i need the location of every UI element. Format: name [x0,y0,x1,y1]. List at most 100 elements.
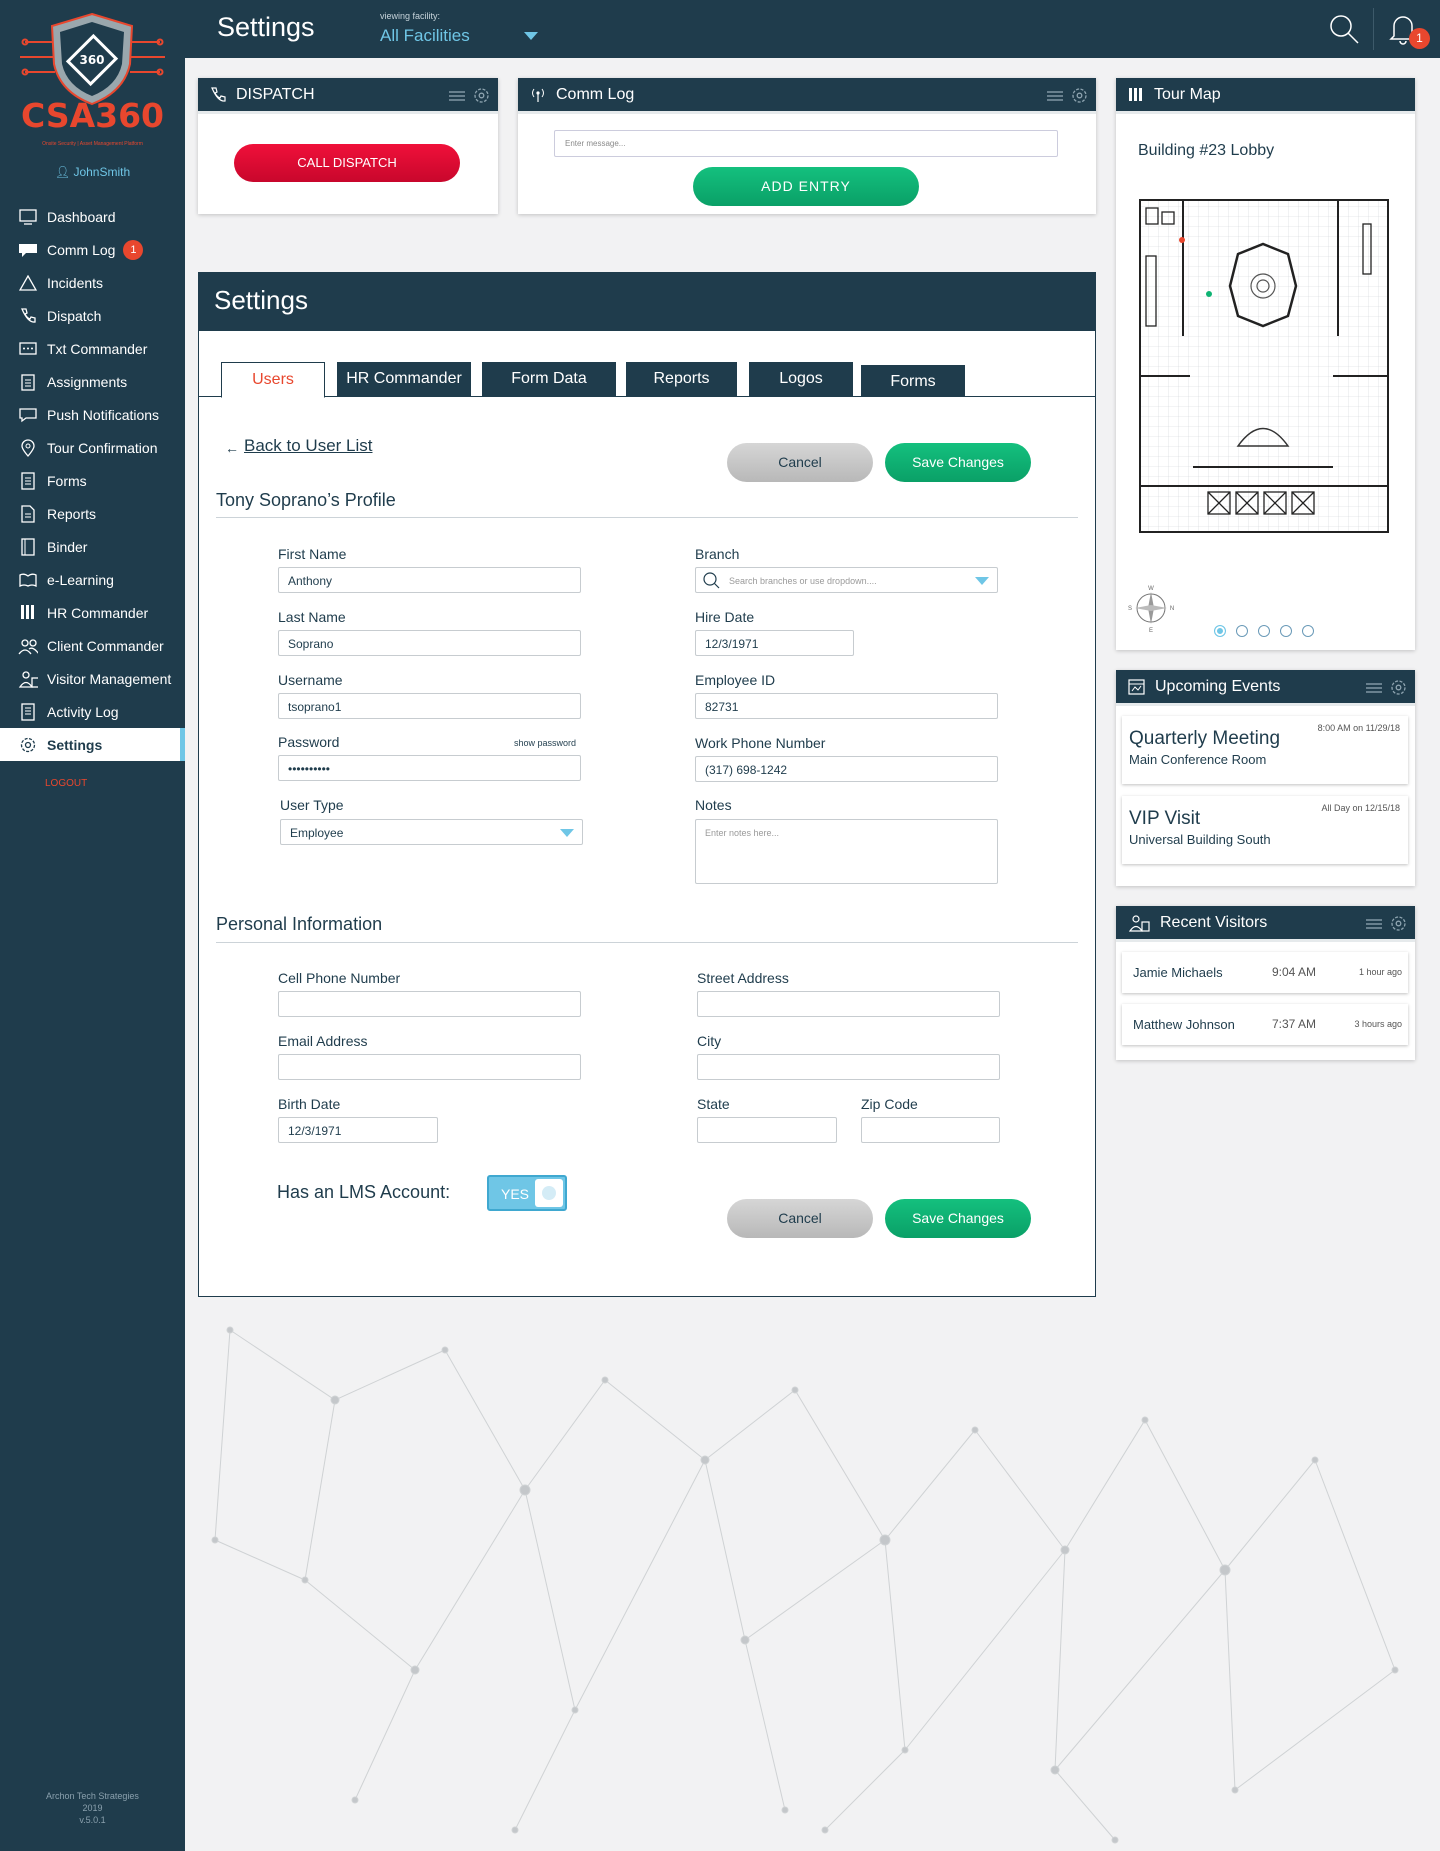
menu-icon[interactable] [1366,918,1382,930]
branch-search-field[interactable]: Search branches or use dropdown.... [695,567,998,593]
tab-forms[interactable]: Forms [861,365,965,396]
gear-icon[interactable] [473,87,490,104]
sidebar-item-reports[interactable]: Reports [0,497,185,530]
gear-icon[interactable] [1390,679,1407,696]
report-icon [18,504,38,524]
sidebar-item-txt-commander[interactable]: Txt Commander [0,332,185,365]
comm-log-widget: Comm Log Enter message... ADD ENTRY [518,78,1096,214]
employee-id-field[interactable]: 82731 [695,693,998,719]
sidebar-item-label: Push Notifications [47,406,160,423]
menu-icon[interactable] [1047,90,1063,102]
sidebar-item-comm-log[interactable]: Comm Log 1 [0,233,185,266]
hire-date-field[interactable]: 12/3/1971 [695,630,854,656]
gear-icon[interactable] [1390,915,1407,932]
menu-icon[interactable] [1366,682,1382,694]
birth-date-field[interactable]: 12/3/1971 [278,1117,438,1143]
sidebar-item-label: Visitor Management [47,670,172,687]
back-to-user-list-link[interactable]: Back to User List [244,436,373,456]
tab-form-data[interactable]: Form Data [482,362,616,396]
city-field[interactable] [697,1054,1000,1080]
sidebar-item-dashboard[interactable]: Dashboard [0,200,185,233]
radio-icon [530,87,546,103]
sidebar-item-hr-commander[interactable]: HR Commander [0,596,185,629]
event-card[interactable]: Quarterly Meeting Main Conference Room 8… [1122,716,1408,784]
events-title: Upcoming Events [1155,677,1281,695]
visitor-name: Jamie Michaels [1133,965,1223,980]
search-icon[interactable] [1328,13,1360,50]
user-name-label: JohnSmith [73,165,131,179]
arrow-left-icon[interactable]: ← [225,440,239,456]
first-name-field[interactable]: Anthony [278,567,581,593]
gear-icon[interactable] [1071,87,1088,104]
floor-plan-map[interactable] [1138,196,1390,536]
sidebar-item-dispatch[interactable]: Dispatch [0,299,185,332]
comm-log-badge: 1 [123,239,144,260]
pager-dot[interactable] [1236,625,1248,637]
cell-phone-label: Cell Phone Number [278,970,401,986]
password-field[interactable]: •••••••••• [278,755,581,781]
comm-message-input[interactable]: Enter message... [554,130,1058,157]
cell-phone-field[interactable] [278,991,581,1017]
user-icon: 👤︎ [54,165,71,179]
sidebar-item-assignments[interactable]: Assignments [0,365,185,398]
chevron-down-icon[interactable] [560,829,574,837]
email-field[interactable] [278,1054,581,1080]
facility-select[interactable]: All Facilities [380,26,470,46]
sidebar-item-activity-log[interactable]: Activity Log [0,695,185,728]
sidebar-item-settings[interactable]: Settings [0,728,185,761]
cancel-button[interactable]: Cancel [727,1199,873,1238]
sidebar-item-label: Binder [47,538,88,555]
sidebar-item-client-commander[interactable]: Client Commander [0,629,185,662]
tab-hr-commander[interactable]: HR Commander [337,362,471,396]
sidebar-item-push-notifications[interactable]: Push Notifications [0,398,185,431]
save-changes-button[interactable]: Save Changes [885,1199,1031,1238]
tab-users[interactable]: Users [221,362,325,398]
pager-dot[interactable] [1280,625,1292,637]
tab-logos[interactable]: Logos [749,362,853,396]
pager-dot[interactable] [1302,625,1314,637]
event-card[interactable]: VIP Visit Universal Building South All D… [1122,796,1408,864]
sidebar-item-e-learning[interactable]: e-Learning [0,563,185,596]
last-name-field[interactable]: Soprano [278,630,581,656]
warning-icon [18,273,38,293]
lms-account-label: Has an LMS Account: [277,1182,451,1202]
network-background [211,1326,1399,1844]
sidebar-item-binder[interactable]: Binder [0,530,185,563]
calendar-icon [1128,678,1145,695]
chevron-down-icon[interactable] [975,577,989,585]
sidebar-item-tour-confirmation[interactable]: Tour Confirmation [0,431,185,464]
user-type-select[interactable]: Employee [280,819,583,845]
tab-reports[interactable]: Reports [626,362,737,396]
street-field[interactable] [697,991,1000,1017]
state-field[interactable] [697,1117,837,1143]
phone-icon [18,306,38,326]
username-field[interactable]: tsoprano1 [278,693,581,719]
visitor-icon [18,669,38,689]
lms-account-toggle[interactable]: YES [487,1175,567,1211]
cancel-button[interactable]: Cancel [727,443,873,482]
sidebar-item-label: Incidents [47,274,104,291]
logout-link[interactable]: LOGOUT [45,778,87,789]
sidebar-item-incidents[interactable]: Incidents [0,266,185,299]
add-entry-button[interactable]: ADD ENTRY [693,167,919,206]
visitors-title: Recent Visitors [1160,913,1268,931]
chevron-down-icon[interactable] [524,32,538,40]
zip-label: Zip Code [861,1096,918,1112]
pager-dot[interactable] [1258,625,1270,637]
sidebar-item-visitor-management[interactable]: Visitor Management [0,662,185,695]
call-dispatch-button[interactable]: CALL DISPATCH [234,144,460,182]
current-user[interactable]: 👤︎ JohnSmith [0,165,185,179]
work-phone-field[interactable]: (317) 698-1242 [695,756,998,782]
menu-icon[interactable] [449,90,465,102]
sidebar-item-forms[interactable]: Forms [0,464,185,497]
visitor-row[interactable]: Jamie Michaels 9:04 AM 1 hour ago [1122,952,1408,993]
map-location-title: Building #23 Lobby [1138,142,1275,159]
visitor-row[interactable]: Matthew Johnson 7:37 AM 3 hours ago [1122,1004,1408,1045]
zip-field[interactable] [861,1117,1000,1143]
birth-date-label: Birth Date [278,1096,341,1112]
show-password-link[interactable]: show password [514,738,576,748]
branch-label: Branch [695,546,740,562]
notes-textarea[interactable]: Enter notes here... [695,819,998,884]
pager-dot[interactable] [1214,625,1226,637]
save-changes-button[interactable]: Save Changes [885,443,1031,482]
